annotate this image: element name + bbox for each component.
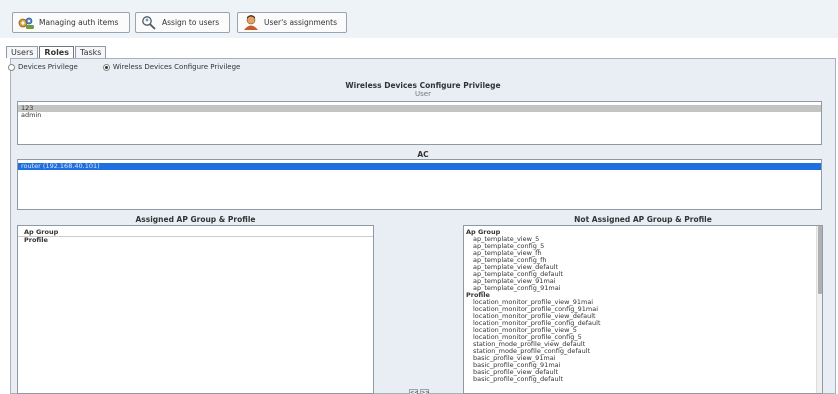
ac-list[interactable]: router (192.168.40.101) xyxy=(17,159,822,210)
wireless-privilege-label: Wireless Devices Configure Privilege xyxy=(112,63,241,71)
user-list-item[interactable]: admin xyxy=(18,112,821,119)
users-assignments-label: User's assignments xyxy=(264,18,337,27)
assign-to-users-label: Assign to users xyxy=(162,18,220,27)
move-left-button[interactable]: << xyxy=(409,389,418,394)
devices-privilege-radio[interactable] xyxy=(8,63,15,71)
users-assignments-button[interactable]: User's assignments xyxy=(237,12,347,33)
tree-item[interactable]: ap_template_config_91mai xyxy=(464,285,822,292)
not-assigned-title: Not Assigned AP Group & Profile xyxy=(574,215,712,224)
gear-people-icon xyxy=(17,15,35,31)
move-right-button[interactable]: >> xyxy=(420,389,429,394)
not-assigned-scrollbar[interactable] xyxy=(816,226,822,393)
tab-roles[interactable]: Roles xyxy=(39,46,74,58)
user-heading: User xyxy=(415,90,431,98)
scrollbar-thumb[interactable] xyxy=(818,226,822,294)
assigned-tree[interactable]: Ap Group Profile xyxy=(17,225,374,394)
tab-users[interactable]: Users xyxy=(6,46,39,58)
wireless-privilege-radio[interactable] xyxy=(102,63,110,71)
assigned-title: Assigned AP Group & Profile xyxy=(135,215,256,224)
devices-privilege-option[interactable]: Devices Privilege xyxy=(8,63,78,71)
assigned-profile-head[interactable]: Profile xyxy=(18,237,373,244)
toolbar: Managing auth items Assign to users User… xyxy=(0,0,838,38)
tab-tasks[interactable]: Tasks xyxy=(75,46,107,58)
user-avatar-icon xyxy=(242,15,260,31)
tab-bar: Users Roles Tasks xyxy=(6,46,107,58)
ac-heading: AC xyxy=(417,150,429,159)
wireless-privilege-option[interactable]: Wireless Devices Configure Privilege xyxy=(102,63,241,71)
tree-item[interactable]: basic_profile_config_default xyxy=(464,376,822,383)
panel-title: Wireless Devices Configure Privilege xyxy=(345,81,501,90)
ac-list-item[interactable]: router (192.168.40.101) xyxy=(18,163,821,170)
user-list[interactable]: 123 admin xyxy=(17,101,822,145)
devices-privilege-label: Devices Privilege xyxy=(18,63,78,71)
assign-to-users-button[interactable]: Assign to users xyxy=(135,12,230,33)
not-assigned-tree[interactable]: Ap Group ap_template_view_5 ap_template_… xyxy=(463,225,823,394)
managing-auth-items-button[interactable]: Managing auth items xyxy=(12,12,130,33)
managing-auth-items-label: Managing auth items xyxy=(39,18,119,27)
assigned-group-head[interactable]: Ap Group xyxy=(18,229,373,237)
user-list-item[interactable]: 123 xyxy=(18,105,821,112)
privilege-radio-group: Devices Privilege Wireless Devices Confi… xyxy=(8,63,265,71)
magnifier-user-icon xyxy=(140,15,158,31)
